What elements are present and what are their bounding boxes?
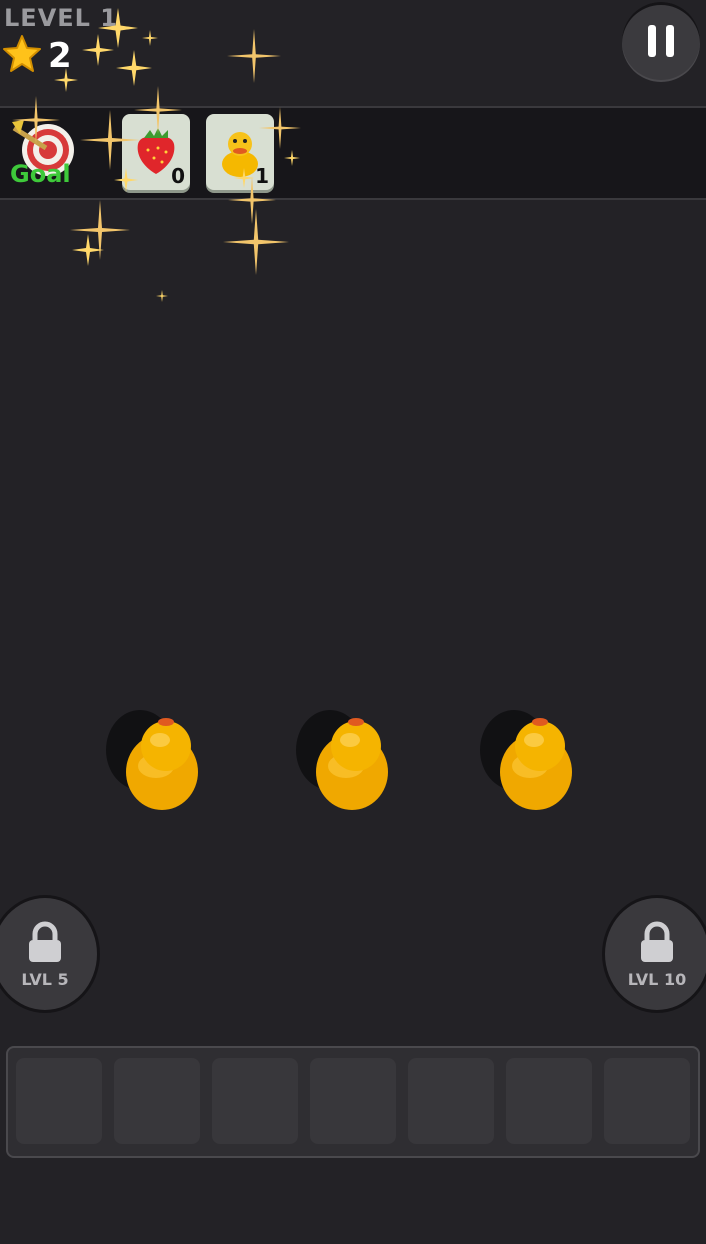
lock-icon xyxy=(29,921,61,962)
tray-slot xyxy=(310,1058,396,1144)
tray-slot xyxy=(408,1058,494,1144)
star-counter: 2 xyxy=(2,34,72,78)
goal-card-duck: 1 xyxy=(206,114,274,190)
tray-slot xyxy=(212,1058,298,1144)
goal-count-duck: 1 xyxy=(255,164,269,188)
tray-slot xyxy=(604,1058,690,1144)
goal-card-strawberry: 0 xyxy=(122,114,190,190)
goal-count-strawberry: 0 xyxy=(171,164,185,188)
pause-icon xyxy=(643,25,679,57)
collection-tray xyxy=(6,1046,700,1158)
goal-bar: Goal 0 1 xyxy=(0,106,706,200)
level-label: LEVEL 1 xyxy=(4,4,119,32)
goal-label: Goal xyxy=(10,160,71,188)
locked-booster-lvl5[interactable]: LVL 5 xyxy=(0,895,100,1013)
star-icon xyxy=(2,34,42,78)
pause-button[interactable] xyxy=(622,2,700,80)
star-count: 2 xyxy=(48,36,72,76)
lock-icon xyxy=(641,921,673,962)
board-duck[interactable] xyxy=(474,700,604,820)
tray-slot xyxy=(114,1058,200,1144)
tray-slot xyxy=(506,1058,592,1144)
locked-booster-lvl10[interactable]: LVL 10 xyxy=(602,895,706,1013)
lock-label: LVL 5 xyxy=(21,969,69,989)
lock-label: LVL 10 xyxy=(627,969,687,989)
tray-slot xyxy=(16,1058,102,1144)
board-duck[interactable] xyxy=(100,700,230,820)
board-duck[interactable] xyxy=(290,700,420,820)
